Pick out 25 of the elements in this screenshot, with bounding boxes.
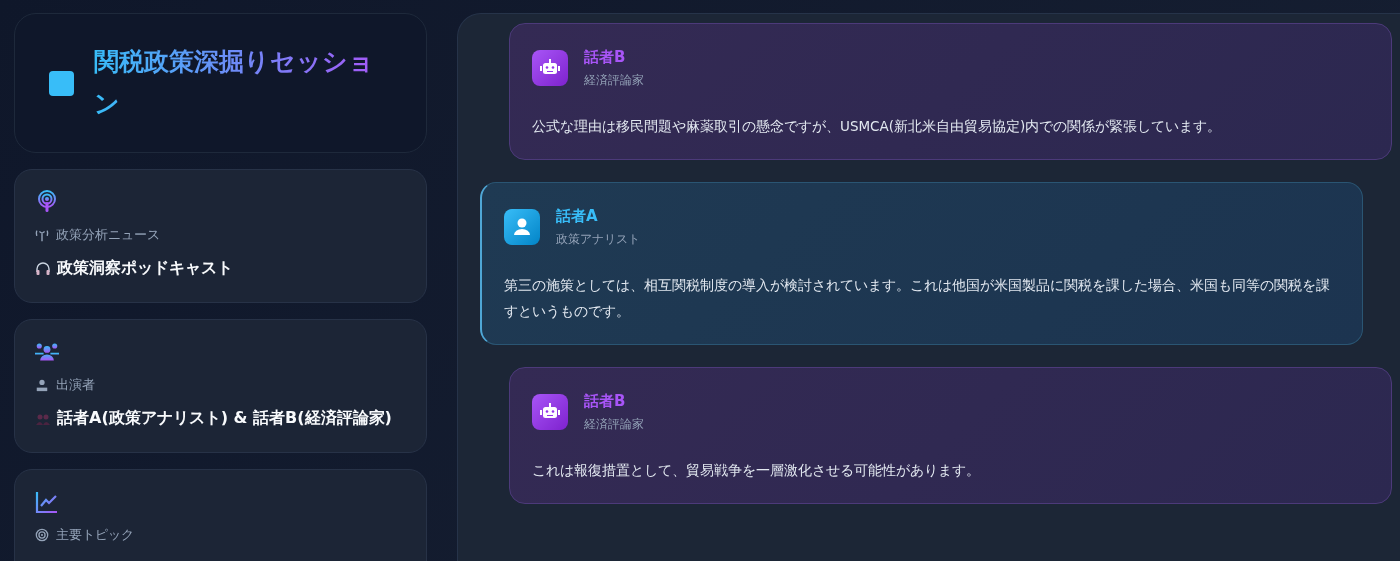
message-text: 公式な理由は移民問題や麻薬取引の懸念ですが、USMCA(新北米自由貿易協定)内での関係が緊張しています。	[532, 117, 1223, 136]
user-avatar-icon	[504, 209, 540, 245]
people-icon	[35, 340, 59, 364]
person-icon	[35, 378, 49, 392]
card-value: 政策洞察ポッドキャスト	[57, 258, 233, 279]
robot-avatar-icon	[532, 50, 568, 86]
speaker-name: 話者A	[556, 207, 599, 226]
speaker-name: 話者B	[584, 392, 627, 411]
card-value: 話者A(政策アナリスト) & 話者B(経済評論家)	[57, 408, 392, 429]
card-label: 主要トピック	[56, 526, 134, 544]
message-text: これは報復措置として、貿易戦争を一層激化させる可能性があります。	[532, 461, 981, 480]
speaker-role: 経済評論家	[584, 416, 644, 433]
line-chart-icon	[35, 490, 59, 514]
card-label: 出演者	[56, 376, 95, 394]
speaker-name: 話者B	[584, 48, 627, 67]
speaker-role: 政策アナリスト	[556, 231, 640, 248]
message-text: 第三の施策としては、相互関税制度の導入が検討されています。これは他国が米国製品に関税を課した場合、米国も同等の関税を課すというものです。	[504, 276, 1331, 321]
target-icon	[35, 528, 49, 542]
speaker-role: 経済評論家	[584, 72, 644, 89]
podcast-icon	[35, 190, 59, 214]
square-icon	[49, 70, 74, 96]
antenna-icon	[35, 228, 49, 242]
headphones-icon	[35, 260, 51, 277]
card-label: 政策分析ニュース	[56, 226, 160, 244]
robot-avatar-icon	[532, 394, 568, 430]
